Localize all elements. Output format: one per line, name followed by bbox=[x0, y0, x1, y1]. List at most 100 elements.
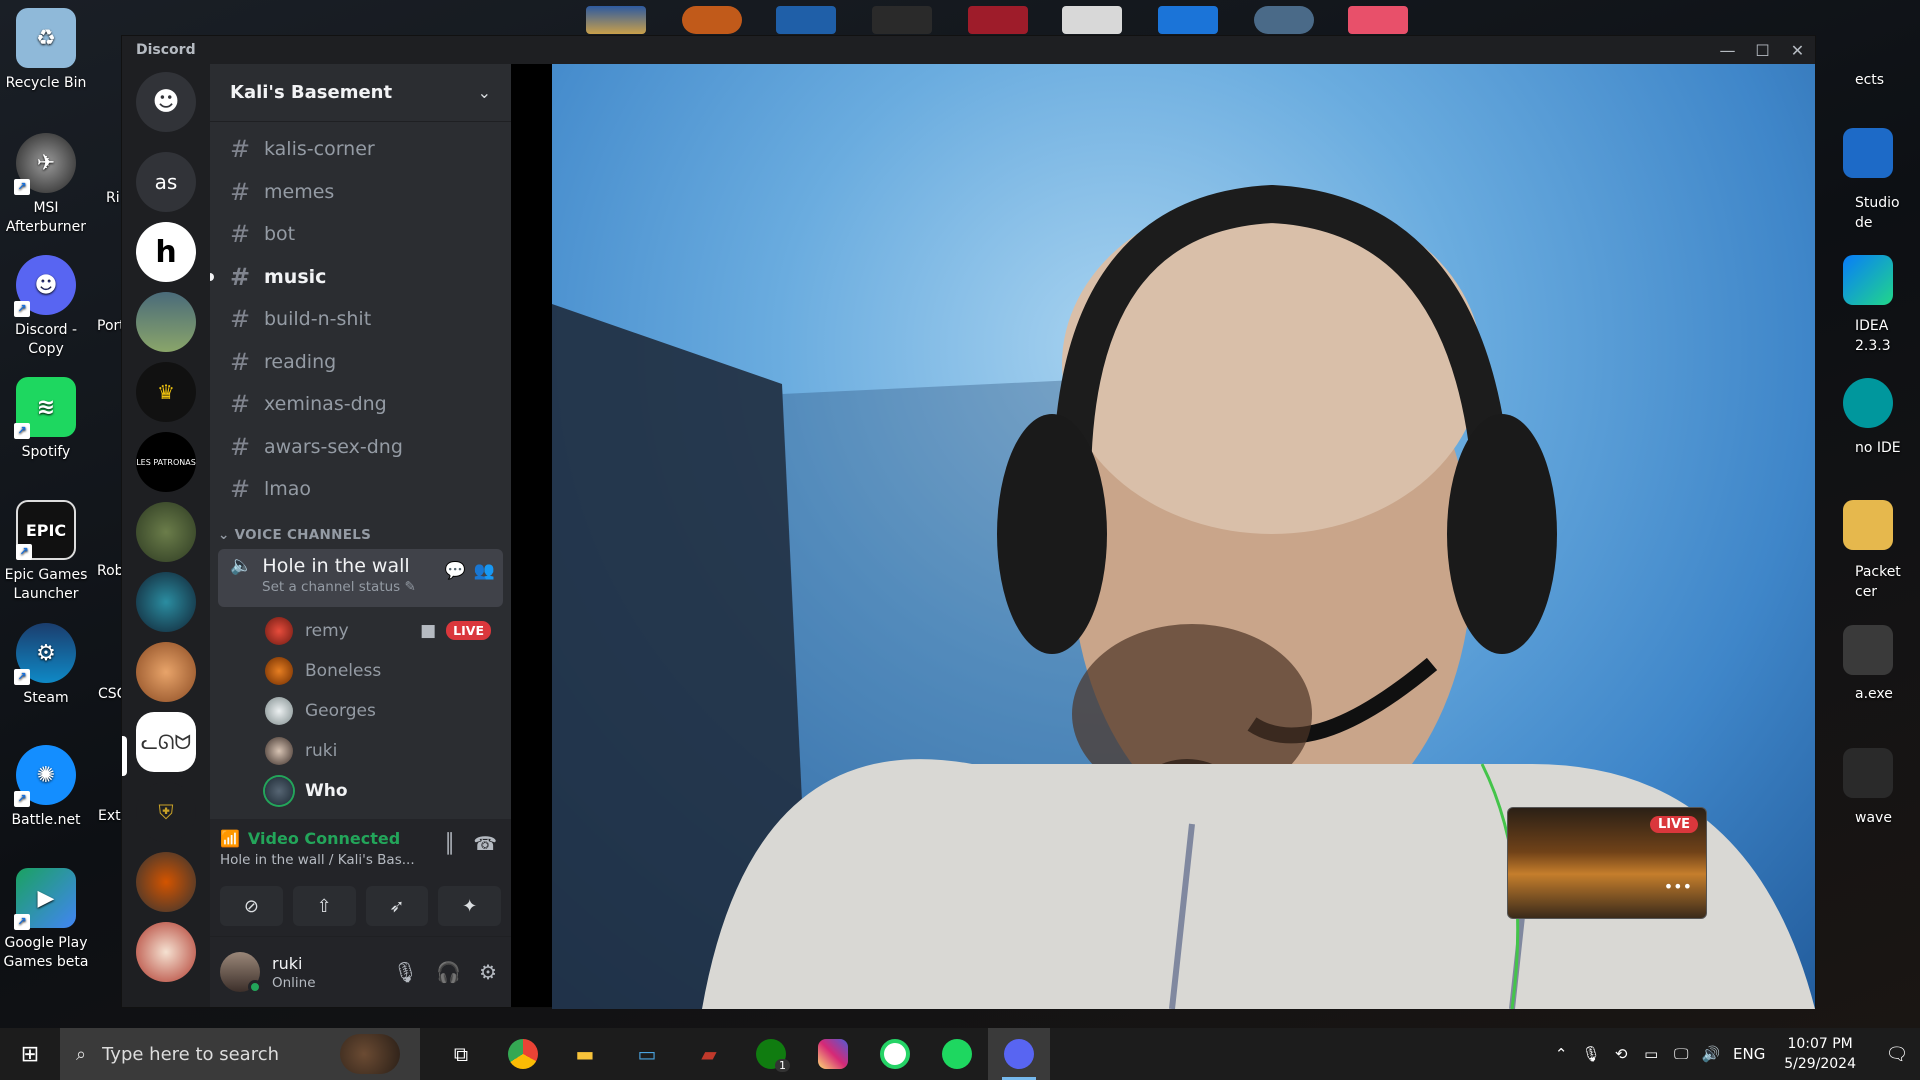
volume-icon[interactable]: 🔊 bbox=[1696, 1045, 1726, 1063]
server-icon[interactable] bbox=[136, 852, 196, 912]
server-header[interactable]: Kali's Basement ⌄ bbox=[210, 64, 511, 122]
language-indicator[interactable]: ENG bbox=[1726, 1045, 1772, 1063]
taskbar-xbox[interactable]: 1 bbox=[740, 1028, 802, 1080]
home-button[interactable]: ☻ bbox=[136, 72, 196, 132]
chat-bubble-icon[interactable]: 💬 bbox=[445, 561, 466, 581]
channel-bot[interactable]: # bot bbox=[210, 213, 511, 256]
chevron-up-icon[interactable]: ⌃ bbox=[1546, 1045, 1576, 1063]
title-bar[interactable]: Discord — ☐ ✕ bbox=[122, 36, 1815, 64]
desktop-game-icon[interactable] bbox=[682, 6, 742, 34]
voice-member-georges[interactable]: Georges bbox=[210, 691, 511, 731]
user-info[interactable]: ruki Online bbox=[272, 954, 316, 991]
desktop-icon-battlenet[interactable]: ✺ ↗ Battle.net bbox=[0, 745, 92, 830]
soundboard-button[interactable]: ✦ bbox=[438, 886, 501, 926]
taskbar-chrome[interactable] bbox=[492, 1028, 554, 1080]
channel-lmao[interactable]: # lmao bbox=[210, 468, 511, 511]
remote-desktop-icon: ▭ bbox=[637, 1042, 657, 1066]
channel-awars-sex-dng[interactable]: # awars-sex-dng bbox=[210, 426, 511, 469]
invite-icon[interactable]: 👥 bbox=[474, 561, 495, 581]
server-icon-selected[interactable]: ᓚᘏᗢ bbox=[136, 712, 196, 772]
connection-status[interactable]: Video Connected bbox=[248, 829, 400, 848]
activities-button[interactable]: ➶ bbox=[365, 886, 429, 926]
desktop-icon-spotify[interactable]: ≋ ↗ Spotify bbox=[0, 377, 92, 462]
desktop-game-icon[interactable] bbox=[1062, 6, 1122, 34]
taskbar-spotify[interactable] bbox=[926, 1028, 988, 1080]
camera-off-button[interactable]: ⊘ bbox=[220, 886, 283, 926]
online-status-dot bbox=[248, 980, 262, 994]
arduino-ide-icon[interactable] bbox=[1843, 378, 1893, 428]
desktop-game-icon[interactable] bbox=[586, 6, 646, 34]
taskbar-discord[interactable] bbox=[988, 1028, 1050, 1080]
server-icon[interactable]: ♛ bbox=[136, 362, 196, 422]
voice-member-who[interactable]: Who bbox=[210, 771, 511, 811]
intellij-idea-icon[interactable] bbox=[1843, 255, 1893, 305]
server-icon[interactable] bbox=[136, 502, 196, 562]
desktop-game-icon[interactable] bbox=[968, 6, 1028, 34]
packet-tracer-icon[interactable] bbox=[1843, 500, 1893, 550]
voice-member-boneless[interactable]: Boneless bbox=[210, 651, 511, 691]
channel-memes[interactable]: # memes bbox=[210, 171, 511, 214]
start-button[interactable]: ⊞ bbox=[0, 1028, 60, 1080]
hashtag-icon: # bbox=[230, 177, 251, 206]
taskbar-remote-desktop[interactable]: ▭ bbox=[616, 1028, 678, 1080]
taskbar-game[interactable]: ▰ bbox=[678, 1028, 740, 1080]
taskbar-file-explorer[interactable]: ▬ bbox=[554, 1028, 616, 1080]
task-view-button[interactable]: ⧉ bbox=[430, 1028, 492, 1080]
more-options-icon[interactable]: ••• bbox=[1664, 877, 1692, 896]
channel-build-n-shit[interactable]: # build-n-shit bbox=[210, 298, 511, 341]
server-icon[interactable]: LES PATRONAS bbox=[136, 432, 196, 492]
desktop-icon-recycle-bin[interactable]: ♻ Recycle Bin bbox=[0, 8, 92, 93]
microphone-icon[interactable]: 🎙 bbox=[393, 960, 418, 984]
taskbar-search[interactable]: ⌕ Type here to search bbox=[60, 1028, 420, 1080]
visual-studio-icon[interactable] bbox=[1843, 128, 1893, 178]
user-avatar[interactable] bbox=[220, 952, 262, 994]
maximize-button[interactable]: ☐ bbox=[1745, 36, 1780, 64]
server-icon-as[interactable]: as bbox=[136, 152, 196, 212]
desktop-icon-epic-games[interactable]: EPIC ↗ Epic Games Launcher bbox=[0, 500, 92, 604]
battery-icon[interactable]: ▭ bbox=[1636, 1045, 1666, 1063]
server-icon[interactable]: ⛨ bbox=[136, 782, 196, 842]
headphones-icon[interactable]: 🎧 bbox=[436, 960, 461, 984]
voice-member-ruki[interactable]: ruki bbox=[210, 731, 511, 771]
server-icon[interactable] bbox=[136, 292, 196, 352]
channel-status[interactable]: Set a channel status ✎ bbox=[262, 579, 493, 595]
server-icon[interactable] bbox=[136, 642, 196, 702]
desktop-game-icon[interactable] bbox=[776, 6, 836, 34]
disconnect-icon[interactable]: ☎ bbox=[473, 833, 497, 855]
desktop-icon-google-play-games[interactable]: ▶ ↗ Google Play Games beta bbox=[0, 868, 92, 972]
clock[interactable]: 10:07 PM 5/29/2024 bbox=[1784, 1034, 1856, 1074]
live-badge[interactable]: LIVE bbox=[446, 621, 491, 640]
screen-share-button[interactable]: ⇧ bbox=[292, 886, 356, 926]
channel-music[interactable]: # music bbox=[210, 256, 511, 299]
noise-suppression-icon[interactable]: ║ bbox=[444, 833, 455, 855]
minimize-button[interactable]: — bbox=[1710, 36, 1745, 64]
desktop-game-icon[interactable] bbox=[1158, 6, 1218, 34]
desktop-game-icon[interactable] bbox=[872, 6, 932, 34]
channel-kalis-corner[interactable]: # kalis-corner bbox=[210, 128, 511, 171]
desktop-game-icon[interactable] bbox=[1348, 6, 1408, 34]
server-icon[interactable]: h bbox=[136, 222, 196, 282]
desktop-icon-msi-afterburner[interactable]: ✈ ↗ MSI Afterburner bbox=[0, 133, 92, 237]
server-icon[interactable] bbox=[136, 922, 196, 982]
desktop-game-icon[interactable] bbox=[1254, 6, 1314, 34]
selected-server-indicator bbox=[122, 736, 127, 776]
network-status-icon[interactable]: ⟲ bbox=[1606, 1045, 1636, 1063]
microphone-icon[interactable]: 🎙 bbox=[1576, 1045, 1606, 1063]
taskbar-instagram[interactable] bbox=[802, 1028, 864, 1080]
exe-app-icon[interactable] bbox=[1843, 625, 1893, 675]
wave-icon[interactable] bbox=[1843, 748, 1893, 798]
voice-member-remy[interactable]: remy ■ LIVE bbox=[210, 611, 511, 651]
network-icon[interactable]: 🖵 bbox=[1666, 1045, 1696, 1063]
server-icon[interactable] bbox=[136, 572, 196, 632]
desktop-icon-discord-copy[interactable]: ☻ ↗ Discord - Copy bbox=[0, 255, 92, 359]
settings-gear-icon[interactable]: ⚙ bbox=[479, 960, 497, 984]
channel-xeminas-dng[interactable]: # xeminas-dng bbox=[210, 383, 511, 426]
voice-category-header[interactable]: ⌄ VOICE CHANNELS bbox=[210, 511, 511, 549]
voice-channel-hole-in-the-wall[interactable]: 🔈 Hole in the wall Set a channel status … bbox=[218, 548, 503, 607]
desktop-icon-steam[interactable]: ⚙ ↗ Steam bbox=[0, 623, 92, 708]
notification-center-icon[interactable]: 🗨 bbox=[1874, 1044, 1920, 1065]
taskbar-whatsapp[interactable] bbox=[864, 1028, 926, 1080]
channel-reading[interactable]: # reading bbox=[210, 341, 511, 384]
stream-preview-pip[interactable]: LIVE ••• bbox=[1507, 807, 1707, 919]
close-button[interactable]: ✕ bbox=[1780, 36, 1815, 64]
